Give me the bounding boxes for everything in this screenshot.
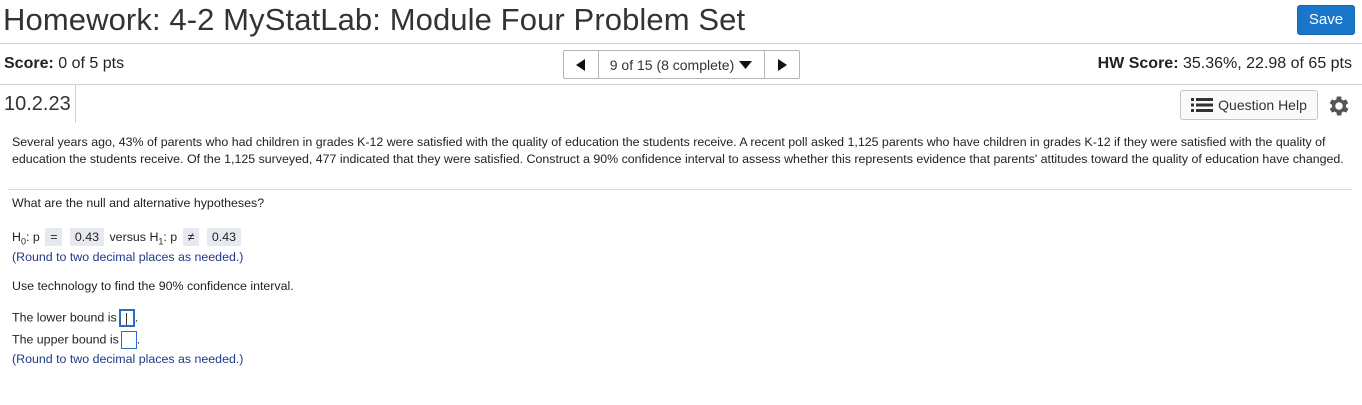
problem-statement: Several years ago, 43% of parents who ha… <box>12 135 1344 166</box>
round-hint: (Round to two decimal places as needed.) <box>12 250 244 264</box>
upper-bound-label: The upper bound is <box>12 332 119 347</box>
question-select-dropdown[interactable]: 9 of 15 (8 complete) <box>599 51 764 78</box>
lower-bound-row: The lower bound is. <box>12 309 138 327</box>
score-label: Score: <box>4 55 54 72</box>
h1-value[interactable]: 0.43 <box>206 228 242 246</box>
h0-param: : p <box>25 230 40 244</box>
triangle-down-icon <box>739 60 753 69</box>
hypotheses-line: H0: p = 0.43 versus H1: p ≠ 0.43 <box>12 228 243 246</box>
previous-question-button[interactable] <box>564 51 599 78</box>
technology-prompt: Use technology to find the 90% confidenc… <box>12 279 294 293</box>
upper-bound-period: . <box>136 332 141 347</box>
hw-score-label: HW Score: <box>1097 55 1179 72</box>
question-header: 10.2.23 Question Help <box>0 85 1362 125</box>
question-score: Score: 0 of 5 pts <box>4 55 124 73</box>
triangle-left-icon <box>576 58 585 71</box>
list-icon <box>1191 98 1214 112</box>
upper-bound-row: The upper bound is. <box>12 331 140 349</box>
divider <box>8 189 1352 190</box>
homework-score: HW Score: 35.36%, 22.98 of 65 pts <box>1098 55 1352 73</box>
title-bar: Homework: 4-2 MyStatLab: Module Four Pro… <box>0 0 1362 44</box>
versus-text: versus <box>109 230 146 244</box>
page-title: Homework: 4-2 MyStatLab: Module Four Pro… <box>3 2 746 37</box>
h0-operator[interactable]: = <box>45 228 63 246</box>
score-bar: Score: 0 of 5 pts 9 of 15 (8 complete) H… <box>0 44 1362 85</box>
pager-text: 9 of 15 (8 complete) <box>609 56 735 73</box>
question-id: 10.2.23 <box>0 85 76 123</box>
upper-bound-input[interactable] <box>120 331 137 349</box>
round-hint-2: (Round to two decimal places as needed.) <box>12 352 244 366</box>
h1-param: : p <box>163 230 178 244</box>
question-help-button[interactable]: Question Help <box>1180 90 1318 120</box>
lower-bound-period: . <box>134 310 139 325</box>
save-button[interactable]: Save <box>1297 5 1355 35</box>
h0-value[interactable]: 0.43 <box>69 228 105 246</box>
h1-operator[interactable]: ≠ <box>182 228 200 246</box>
triangle-right-icon <box>778 58 787 71</box>
lower-bound-input[interactable] <box>118 309 135 327</box>
lower-bound-label: The lower bound is <box>12 310 117 325</box>
hypotheses-prompt: What are the null and alternative hypoth… <box>12 196 265 210</box>
score-value: 0 of 5 pts <box>58 55 125 72</box>
question-help-label: Question Help <box>1218 97 1307 113</box>
h0-letter: H <box>12 230 21 244</box>
next-question-button[interactable] <box>764 51 799 78</box>
hw-score-value: 35.36%, 22.98 of 65 pts <box>1182 55 1352 72</box>
question-pager: 9 of 15 (8 complete) <box>563 50 800 79</box>
gear-icon[interactable] <box>1326 93 1352 119</box>
